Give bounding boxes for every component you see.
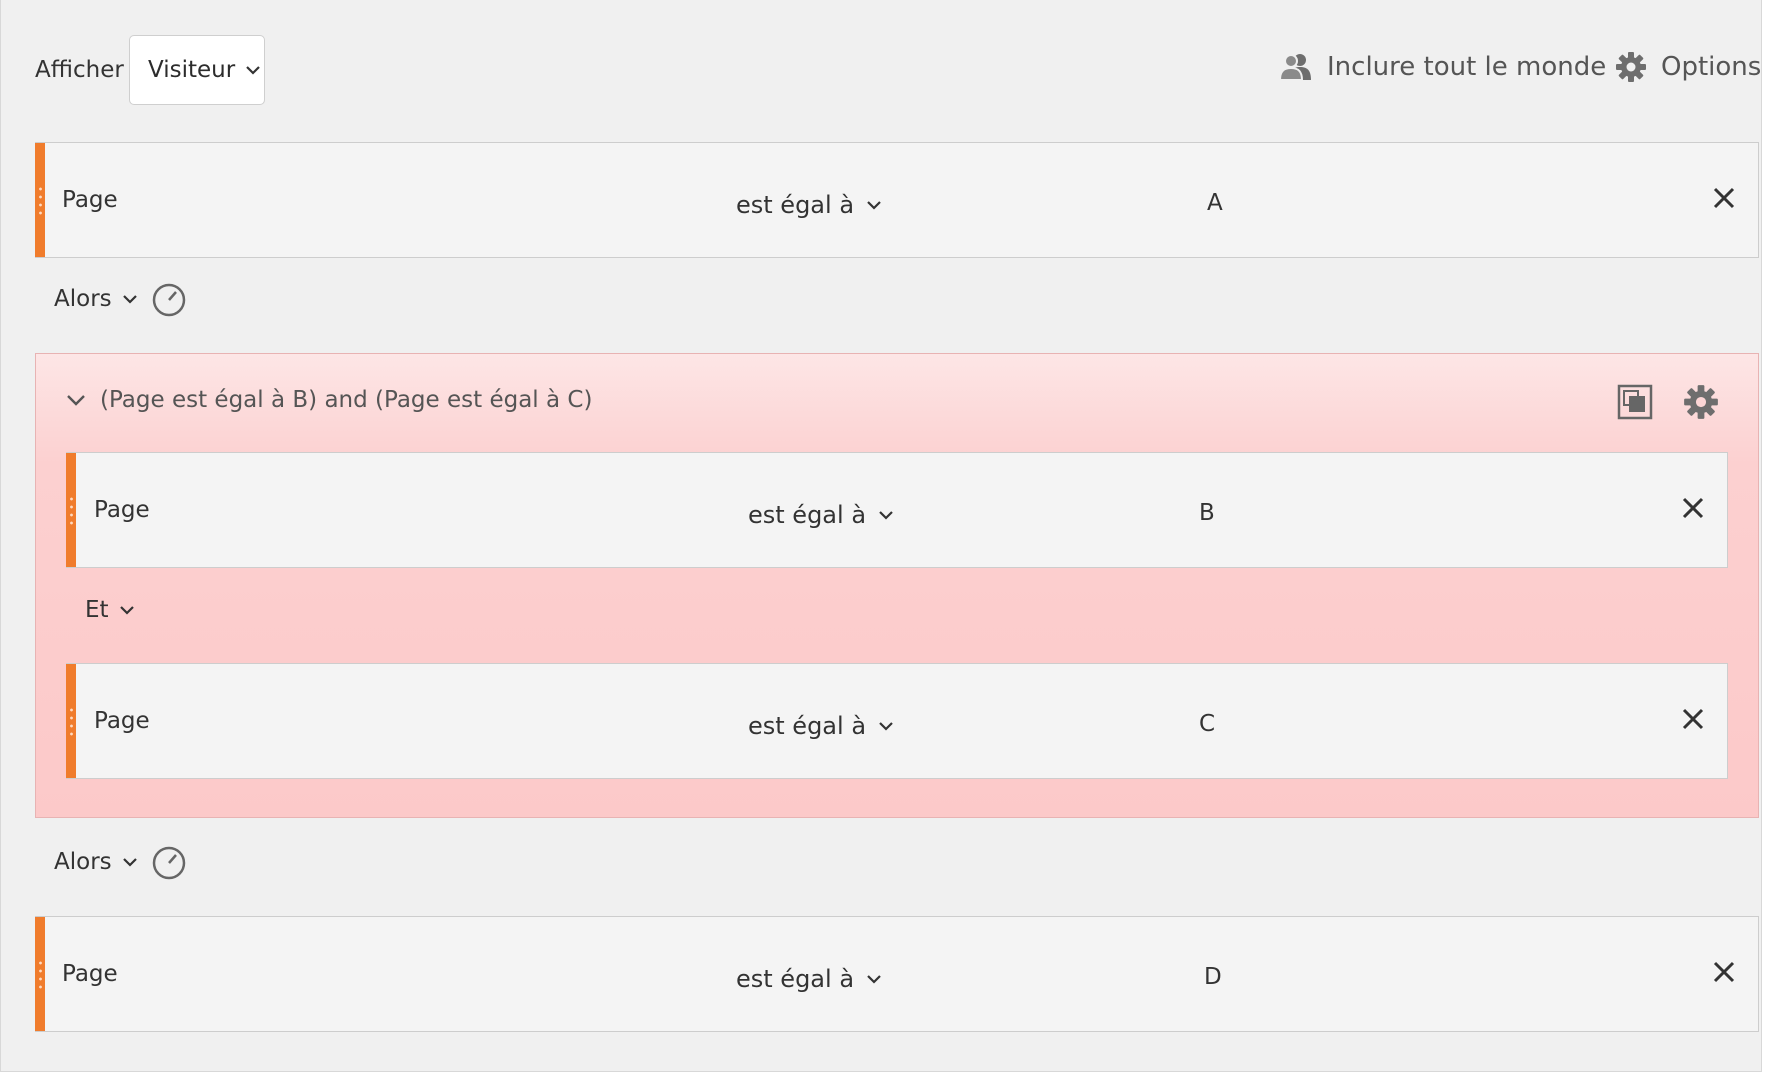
and-connector-dropdown[interactable]: Et [85, 597, 135, 623]
chevron-down-icon [246, 66, 260, 75]
drag-handle[interactable] [35, 917, 45, 1031]
then-label: Alors [54, 849, 112, 875]
then-connector-dropdown[interactable]: Alors [54, 286, 138, 312]
rule-dimension: Page [94, 497, 150, 523]
operator-label: est égal à [736, 191, 855, 219]
rule-value[interactable]: A [1207, 190, 1223, 216]
grip-dots-icon [39, 185, 42, 217]
options-button[interactable]: Options [1615, 44, 1761, 90]
close-icon[interactable] [1680, 495, 1706, 521]
chevron-down-icon [867, 975, 881, 984]
rule-value[interactable]: D [1204, 964, 1222, 990]
chevron-down-icon [119, 606, 134, 615]
rule-value[interactable]: B [1199, 500, 1215, 526]
operator-label: est égal à [748, 712, 867, 740]
show-select-value: Visiteur [148, 57, 236, 83]
show-label: Afficher [35, 57, 124, 83]
then-label: Alors [54, 286, 112, 312]
chevron-down-icon [122, 858, 137, 867]
rule-row-a[interactable]: Page est égal à A [35, 142, 1759, 258]
close-icon[interactable] [1680, 706, 1706, 732]
screen-icon[interactable] [1617, 384, 1653, 420]
then-connector-dropdown[interactable]: Alors [54, 849, 138, 875]
drag-handle[interactable] [35, 143, 45, 257]
and-label: Et [85, 597, 109, 623]
people-icon [1279, 54, 1311, 81]
grip-dots-icon [70, 495, 73, 527]
chevron-down-icon [67, 395, 85, 406]
operator-dropdown[interactable]: est égal à [748, 501, 894, 529]
operator-label: est égal à [736, 965, 855, 993]
operator-dropdown[interactable]: est égal à [736, 965, 882, 993]
container-collapse-toggle[interactable]: (Page est égal à B) and (Page est égal à… [66, 387, 592, 413]
include-everyone-label: Inclure tout le monde [1327, 52, 1607, 82]
rule-dimension: Page [62, 961, 118, 987]
gear-icon [1616, 52, 1646, 82]
grip-dots-icon [70, 706, 73, 738]
rule-dimension: Page [94, 708, 150, 734]
chevron-down-icon [879, 722, 893, 731]
rule-dimension: Page [62, 187, 118, 213]
rule-value[interactable]: C [1199, 711, 1215, 737]
chevron-down-icon [879, 511, 893, 520]
operator-label: est égal à [748, 501, 867, 529]
close-icon[interactable] [1711, 959, 1737, 985]
rule-row-b[interactable]: Page est égal à B [66, 452, 1728, 568]
grip-dots-icon [39, 959, 42, 991]
show-select[interactable]: Visiteur [129, 35, 265, 105]
operator-dropdown[interactable]: est égal à [736, 191, 882, 219]
clock-icon[interactable] [151, 282, 187, 318]
container-title: (Page est égal à B) and (Page est égal à… [100, 387, 593, 413]
options-label: Options [1661, 52, 1762, 82]
drag-handle[interactable] [66, 664, 76, 778]
chevron-down-icon [867, 201, 881, 210]
include-everyone-button[interactable]: Inclure tout le monde [1279, 44, 1606, 90]
segment-canvas: Afficher Visiteur Inclure tout le monde [0, 0, 1762, 1072]
clock-icon[interactable] [151, 845, 187, 881]
close-icon[interactable] [1711, 185, 1737, 211]
gear-icon[interactable] [1683, 384, 1719, 420]
chevron-down-icon [122, 295, 137, 304]
rule-row-d[interactable]: Page est égal à D [35, 916, 1759, 1032]
drag-handle[interactable] [66, 453, 76, 567]
operator-dropdown[interactable]: est égal à [748, 712, 894, 740]
rule-row-c[interactable]: Page est égal à C [66, 663, 1728, 779]
